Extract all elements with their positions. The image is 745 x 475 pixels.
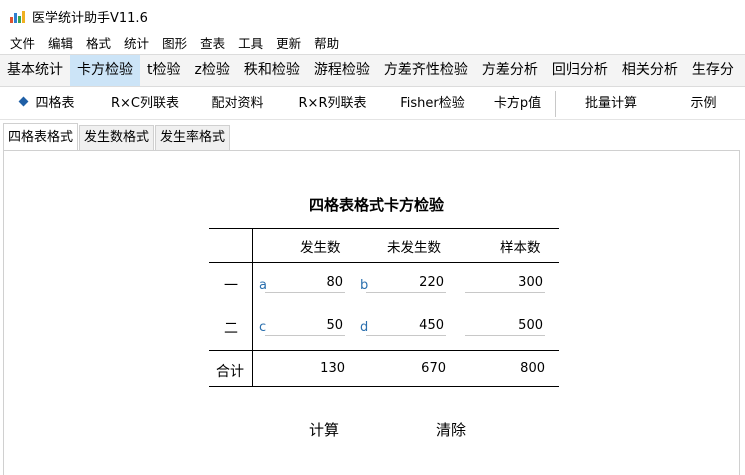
table-vertical-border (252, 228, 253, 386)
cell-b-input[interactable] (366, 273, 446, 293)
subtab-chi-square-p[interactable]: 卡方p值 (480, 89, 555, 119)
table-header-border (209, 262, 559, 263)
tab-rank-sum[interactable]: 秩和检验 (237, 55, 307, 86)
form-title: 四格表格式卡方检验 (309, 196, 445, 214)
col-header-sample-size: 样本数 (500, 240, 541, 256)
tab-fourfold-format[interactable]: 四格表格式 (3, 123, 79, 151)
tab-chi-square[interactable]: 卡方检验 (70, 55, 140, 86)
menu-bar: 文件 编辑 格式 统计 图形 查表 工具 更新 帮助 (0, 32, 745, 52)
subtab-example[interactable]: 示例 (666, 89, 741, 119)
diamond-icon (19, 96, 29, 106)
tab-variance-homogeneity[interactable]: 方差齐性检验 (377, 55, 475, 86)
subtab-fourfold-table[interactable]: 四格表 (0, 89, 95, 119)
subtab-rxc-table[interactable]: R×C列联表 (95, 89, 195, 119)
col-header-non-occurrence: 未发生数 (387, 240, 441, 256)
cell-d-input[interactable] (366, 316, 446, 336)
clear-button[interactable]: 清除 (436, 419, 466, 440)
tab-t-test[interactable]: t检验 (140, 55, 188, 86)
row-1-sample-size[interactable] (465, 273, 545, 293)
menu-tools[interactable]: 工具 (238, 33, 263, 52)
menu-file[interactable]: 文件 (10, 33, 35, 52)
table-top-border (209, 228, 559, 229)
menu-format[interactable]: 格式 (86, 33, 111, 52)
menu-statistics[interactable]: 统计 (124, 33, 149, 52)
row-label-group-1: 一 (224, 278, 238, 294)
tab-occurrence-format[interactable]: 发生数格式 (79, 125, 155, 151)
format-tab-bar: 四格表格式 发生数格式 发生率格式 (3, 123, 231, 151)
tab-z-test[interactable]: z检验 (188, 55, 237, 86)
title-bar: 医学统计助手V11.6 (0, 0, 745, 32)
menu-edit[interactable]: 编辑 (48, 33, 73, 52)
menu-update[interactable]: 更新 (276, 33, 301, 52)
tab-survival[interactable]: 生存分 (685, 55, 741, 86)
main-tab-bar: 基本统计 卡方检验 t检验 z检验 秩和检验 游程检验 方差齐性检验 方差分析 … (0, 54, 745, 87)
cell-a-input[interactable] (265, 273, 345, 293)
row-label-total: 合计 (216, 364, 244, 380)
tab-correlation[interactable]: 相关分析 (615, 55, 685, 86)
calculate-button[interactable]: 计算 (309, 419, 339, 440)
subtab-batch-calculation[interactable]: 批量计算 (556, 89, 666, 119)
tab-runs-test[interactable]: 游程检验 (307, 55, 377, 86)
tab-basic-statistics[interactable]: 基本统计 (0, 55, 70, 86)
subtab-paired-data[interactable]: 配对资料 (195, 89, 280, 119)
subtab-rxr-table[interactable]: R×R列联表 (280, 89, 385, 119)
cell-c-input[interactable] (265, 316, 345, 336)
sub-tab-bar: 四格表 R×C列联表 配对资料 R×R列联表 Fisher检验 卡方p值 批量计… (0, 88, 745, 120)
tab-rate-format[interactable]: 发生率格式 (155, 125, 231, 151)
table-total-border (209, 350, 559, 351)
menu-help[interactable]: 帮助 (314, 33, 339, 52)
row-label-group-2: 二 (224, 321, 238, 337)
total-occurrence-value: 130 (320, 361, 345, 376)
subtab-fourfold-label: 四格表 (35, 95, 75, 111)
table-bottom-border (209, 386, 559, 387)
window-title: 医学统计助手V11.6 (32, 10, 148, 26)
subtab-fisher-test[interactable]: Fisher检验 (385, 89, 480, 119)
total-non-occurrence-value: 670 (421, 361, 446, 376)
total-sample-size-value: 800 (520, 361, 545, 376)
tab-regression[interactable]: 回归分析 (545, 55, 615, 86)
menu-lookup-table[interactable]: 查表 (200, 33, 225, 52)
tab-anova[interactable]: 方差分析 (475, 55, 545, 86)
bar-chart-icon (10, 9, 26, 23)
menu-graphics[interactable]: 图形 (162, 33, 187, 52)
col-header-occurrence: 发生数 (300, 240, 341, 256)
row-2-sample-size[interactable] (465, 316, 545, 336)
